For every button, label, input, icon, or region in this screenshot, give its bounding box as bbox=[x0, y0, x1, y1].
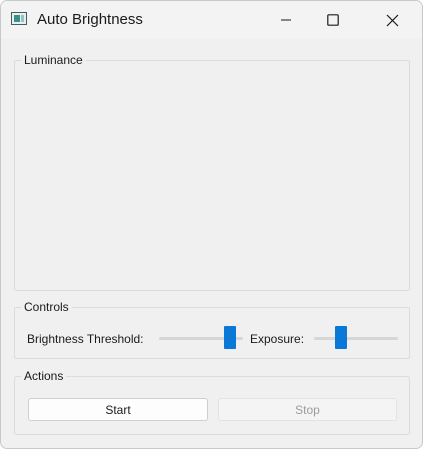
minimize-icon bbox=[281, 19, 291, 21]
controls-group: Controls Brightness Threshold: Exposure: bbox=[14, 300, 410, 359]
controls-group-title: Controls bbox=[21, 300, 72, 314]
title-bar[interactable]: Auto Brightness bbox=[1, 1, 422, 39]
luminance-group-title: Luminance bbox=[21, 53, 86, 67]
slider-track bbox=[314, 337, 398, 340]
main-window: Auto Brightness Luminance Controls Brigh… bbox=[0, 0, 423, 449]
slider-handle[interactable] bbox=[334, 326, 347, 349]
exposure-slider[interactable] bbox=[314, 326, 398, 350]
exposure-label: Exposure: bbox=[250, 332, 305, 346]
actions-group-title: Actions bbox=[21, 369, 67, 383]
brightness-threshold-slider[interactable] bbox=[159, 326, 243, 350]
luminance-group: Luminance bbox=[14, 53, 410, 291]
actions-group: Actions Start Stop bbox=[14, 369, 410, 435]
maximize-icon bbox=[327, 14, 339, 26]
window-title: Auto Brightness bbox=[37, 11, 143, 28]
close-icon bbox=[386, 14, 398, 26]
slider-handle[interactable] bbox=[223, 326, 236, 349]
close-button[interactable] bbox=[369, 1, 415, 39]
start-button[interactable]: Start bbox=[28, 398, 208, 421]
brightness-threshold-label: Brightness Threshold: bbox=[27, 332, 144, 346]
maximize-button[interactable] bbox=[310, 1, 356, 39]
app-window-icon bbox=[11, 12, 27, 25]
stop-button[interactable]: Stop bbox=[218, 398, 397, 421]
minimize-button[interactable] bbox=[263, 1, 309, 39]
